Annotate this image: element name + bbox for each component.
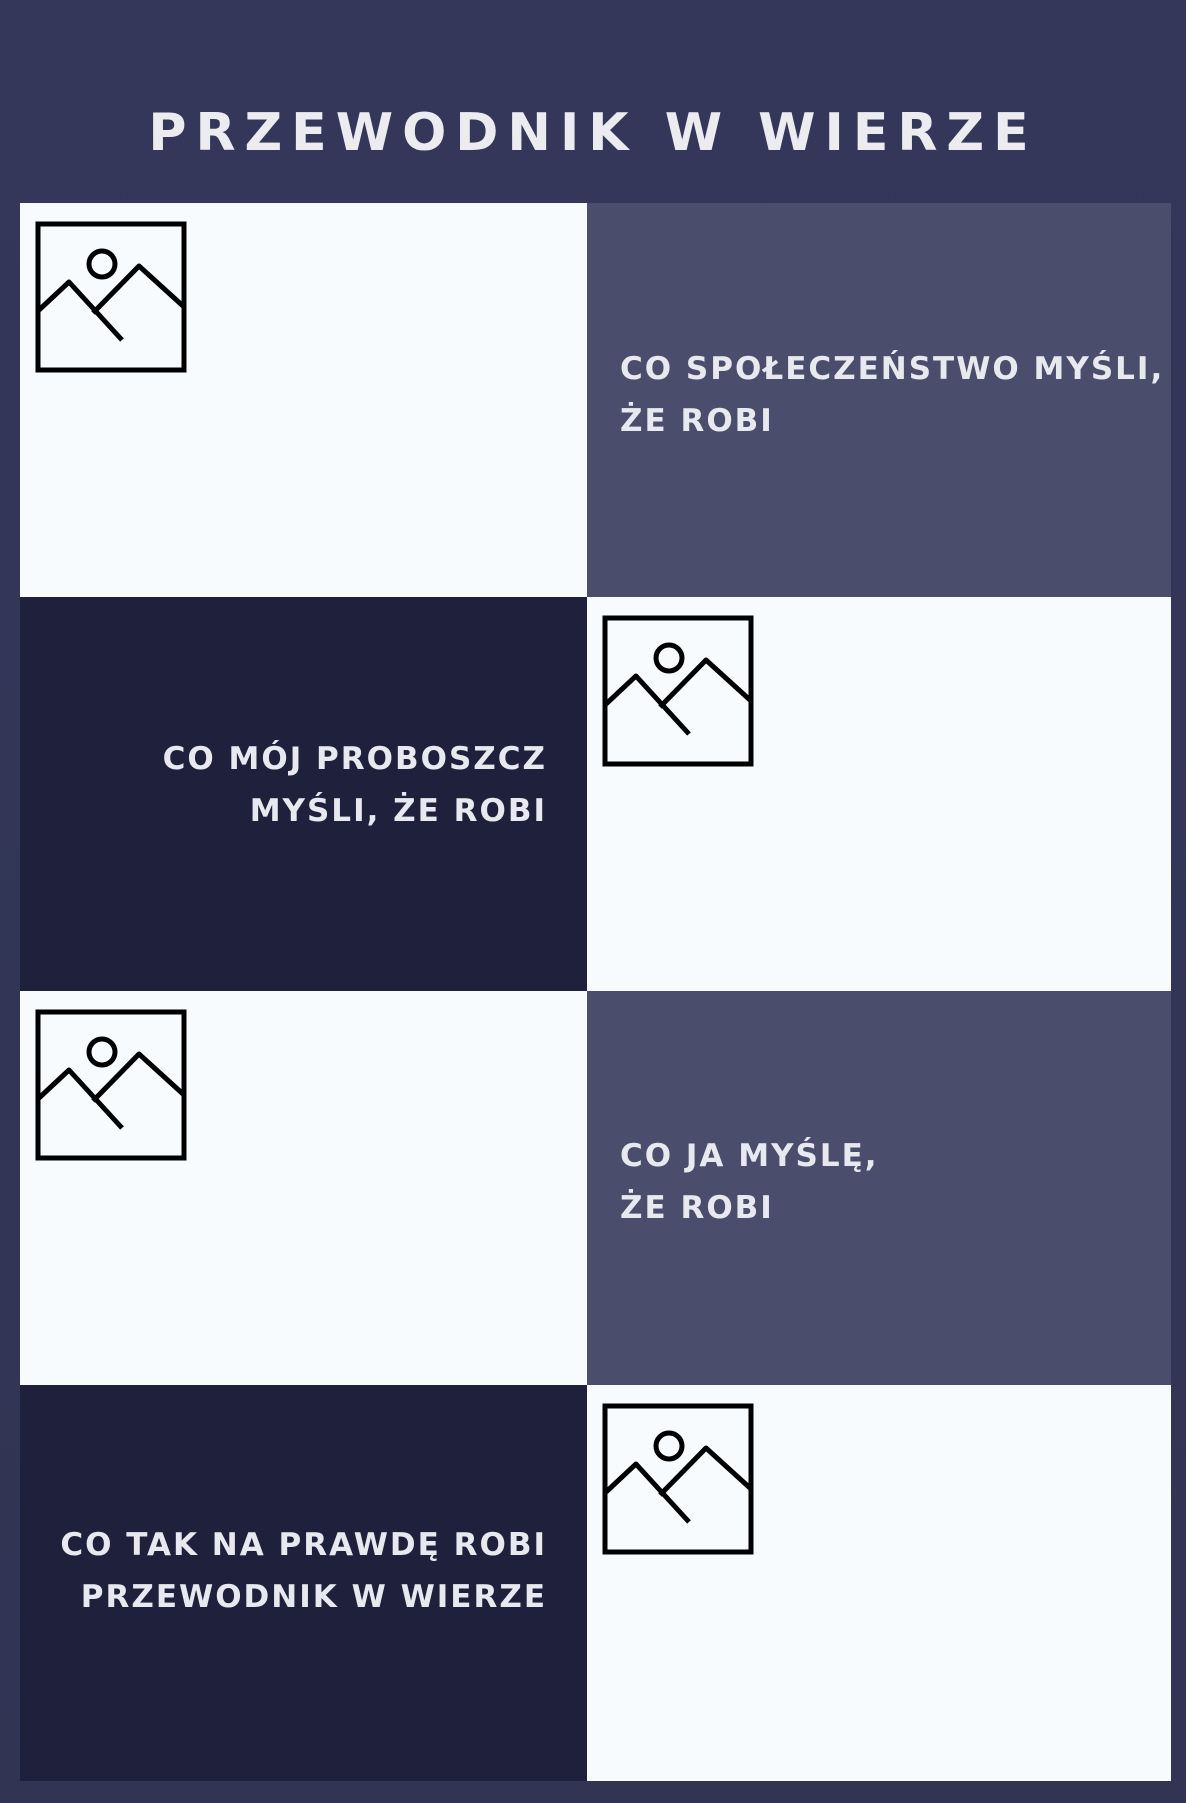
caption-panel-3: CO JA MYŚLĘ, ŻE ROBI [587, 991, 1171, 1385]
image-placeholder-icon[interactable] [602, 1403, 754, 1555]
caption-line: ŻE ROBI [620, 403, 774, 439]
caption-line: CO MÓJ PROBOSZCZ [162, 741, 547, 777]
caption-line: CO SPOŁECZEŃSTWO MYŚLI, [620, 351, 1165, 387]
caption-line: ŻE ROBI [620, 1190, 774, 1226]
caption-line: CO JA MYŚLĘ, [620, 1138, 879, 1174]
caption-panel-1: CO SPOŁECZEŃSTWO MYŚLI, ŻE ROBI [587, 203, 1171, 597]
caption-reality: CO TAK NA PRAWDĘ ROBI PRZEWODNIK W WIERZ… [60, 1519, 547, 1623]
image-panel-4 [587, 1385, 1171, 1781]
caption-panel-2: CO MÓJ PROBOSZCZ MYŚLI, ŻE ROBI [20, 597, 587, 991]
image-panel-1 [20, 203, 587, 597]
caption-myself: CO JA MYŚLĘ, ŻE ROBI [620, 1130, 879, 1234]
caption-parish-priest: CO MÓJ PROBOSZCZ MYŚLI, ŻE ROBI [163, 733, 547, 837]
caption-line: PRZEWODNIK W WIERZE [80, 1579, 547, 1615]
caption-society: CO SPOŁECZEŃSTWO MYŚLI, ŻE ROBI [620, 343, 1164, 447]
page-title: PRZEWODNIK W WIERZE [148, 102, 1038, 163]
infographic-poster: PRZEWODNIK W WIERZE CO SPOŁECZEŃSTWO MYŚ… [0, 0, 1186, 1803]
caption-line: MYŚLI, ŻE ROBI [249, 793, 547, 829]
image-placeholder-icon[interactable] [35, 1009, 187, 1161]
image-placeholder-icon[interactable] [602, 615, 754, 767]
image-placeholder-icon[interactable] [35, 221, 187, 373]
caption-line: CO TAK NA PRAWDĘ ROBI [60, 1527, 547, 1563]
image-panel-3 [20, 991, 587, 1385]
caption-panel-4: CO TAK NA PRAWDĘ ROBI PRZEWODNIK W WIERZ… [20, 1385, 587, 1781]
comparison-grid: CO SPOŁECZEŃSTWO MYŚLI, ŻE ROBI CO MÓJ P… [20, 203, 1171, 1781]
image-panel-2 [587, 597, 1171, 991]
